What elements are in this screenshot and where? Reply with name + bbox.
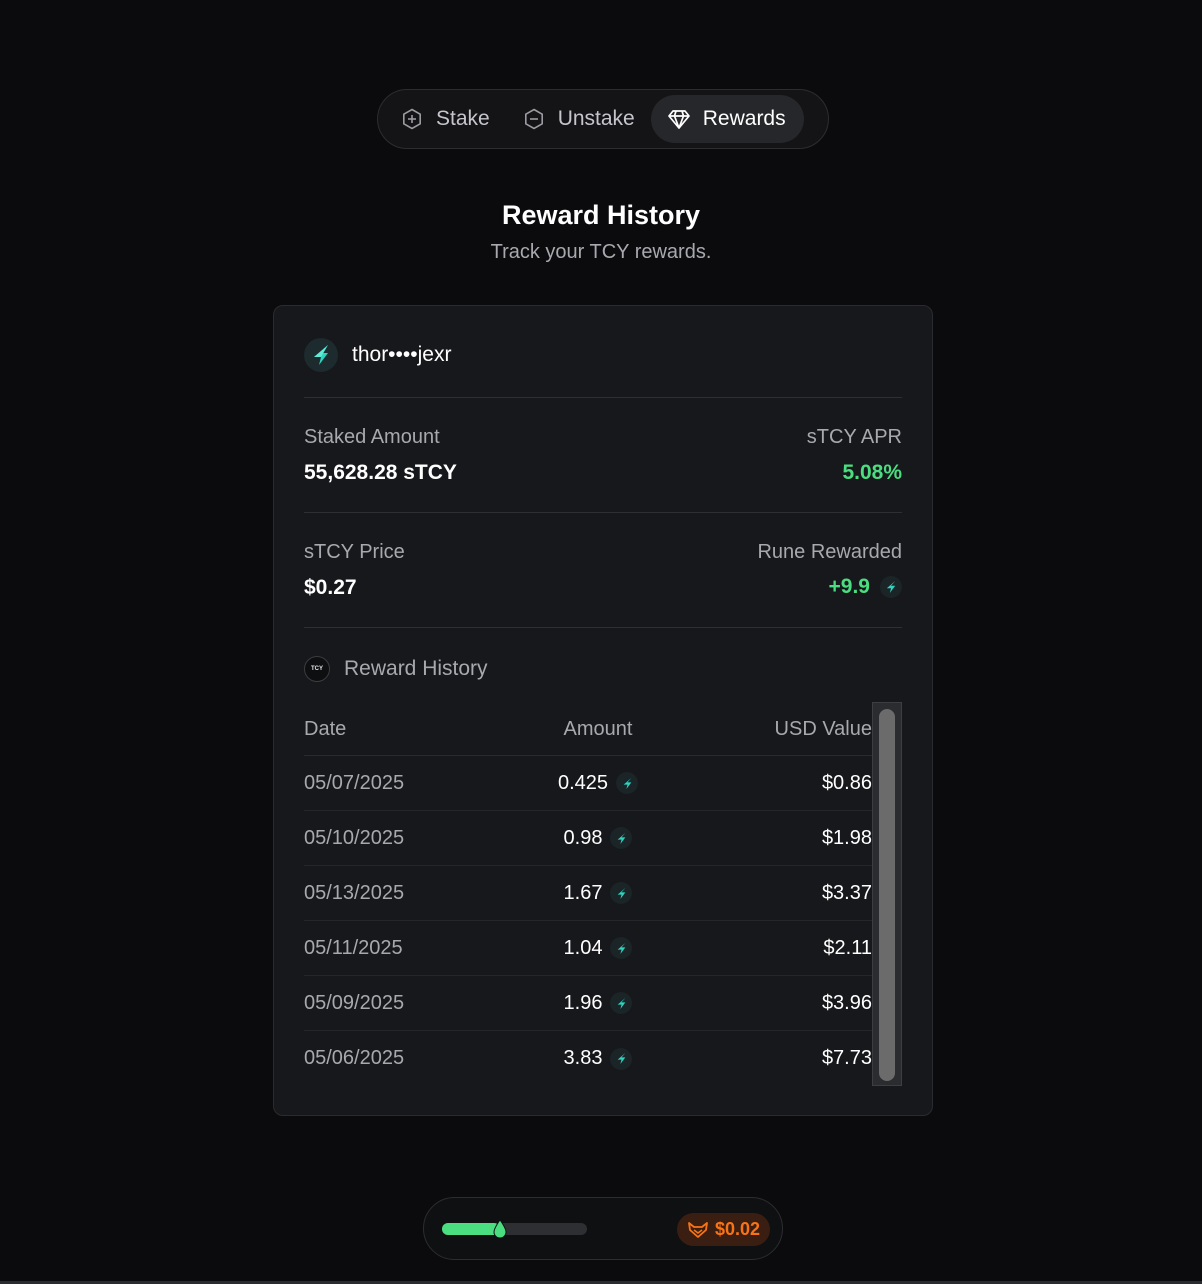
row-usd-value: $7.73	[821, 1047, 872, 1069]
gem-icon	[667, 107, 691, 131]
reward-history-label: Reward History	[344, 657, 488, 680]
rune-icon	[610, 882, 633, 904]
table-row: 05/07/2025 0.425 $0.86	[304, 756, 872, 811]
table-row: 05/06/2025 3.83 $7.73	[304, 1031, 872, 1086]
row-amount: 1.96	[484, 992, 712, 1015]
row-amount-value: 0.98	[563, 826, 603, 849]
tab-unstake[interactable]: Unstake	[506, 95, 651, 143]
row-usd-value: $0.86	[821, 771, 872, 794]
row-amount-value: 1.96	[563, 991, 603, 1014]
row-amount: 1.04	[484, 937, 712, 960]
staked-amount-value: 55,628.28 sTCY	[304, 461, 457, 484]
tab-rewards-label: Rewards	[702, 107, 786, 130]
rune-rewarded-value: +9.9	[828, 575, 870, 598]
row-date: 05/11/2025	[304, 936, 403, 959]
fox-icon	[688, 1221, 708, 1238]
price-value: $0.27	[304, 576, 357, 599]
row-date: 05/06/2025	[304, 1047, 405, 1069]
divider	[304, 627, 902, 628]
plus-circle-icon	[400, 107, 424, 131]
row-amount-value: 0.425	[557, 771, 609, 794]
table-body: 05/07/2025 0.425 $0.86 05/10/2025 0.98 $1.98 0…	[304, 756, 872, 1086]
table-header: Date Amount USD Value	[304, 704, 872, 756]
tab-stake-label: Stake	[436, 107, 490, 130]
row-date: 05/09/2025	[304, 991, 405, 1014]
row-usd-value: $1.98	[821, 826, 872, 849]
row-date: 05/07/2025	[304, 771, 405, 794]
tab-unstake-label: Unstake	[557, 107, 635, 130]
gas-level-slider[interactable]	[442, 1219, 587, 1239]
rune-rewarded-label: Rune Rewarded	[757, 541, 902, 563]
price-value: $0.02	[714, 1219, 760, 1239]
tcy-logo-icon: TCY	[304, 656, 330, 682]
table-row: 05/09/2025 1.96 $3.96	[304, 976, 872, 1031]
wallet-address: thor••••jexr	[352, 343, 452, 366]
rune-icon	[610, 937, 633, 959]
column-header-amount: Amount	[563, 718, 633, 740]
rune-icon	[880, 576, 902, 598]
wallet-address-row: thor••••jexr	[304, 338, 451, 372]
rune-icon	[304, 338, 338, 372]
rune-icon	[610, 992, 633, 1014]
table-row: 05/13/2025 1.67 $3.37	[304, 866, 872, 921]
row-amount: 0.98	[484, 827, 712, 850]
row-usd-value: $2.11	[823, 936, 872, 959]
scrollbar[interactable]	[872, 702, 902, 1086]
table-row: 05/11/2025 1.04 $2.11	[304, 921, 872, 976]
apr-value: 5.08%	[842, 461, 902, 484]
reward-history-table: Date Amount USD Value 05/07/2025 0.425 $0.…	[304, 704, 872, 1086]
apr-label: sTCY APR	[806, 426, 902, 448]
minus-circle-icon	[522, 107, 546, 131]
table-row: 05/10/2025 0.98 $1.98	[304, 811, 872, 866]
row-amount-value: 1.67	[563, 881, 603, 904]
divider	[304, 397, 902, 398]
row-date: 05/10/2025	[304, 826, 405, 849]
reward-history-heading: TCY Reward History	[304, 655, 488, 683]
rune-icon	[610, 827, 633, 849]
staked-amount-label: Staked Amount	[304, 426, 440, 448]
page-subtitle: Track your TCY rewards.	[490, 241, 712, 263]
row-amount: 0.425	[484, 772, 712, 795]
status-bar: $0.02	[423, 1197, 783, 1260]
row-usd-value: $3.96	[821, 991, 872, 1014]
price-badge[interactable]: $0.02	[676, 1213, 770, 1246]
row-usd-value: $3.37	[821, 881, 872, 904]
column-header-date: Date	[304, 718, 347, 740]
reward-card: thor••••jexr Staked Amount 55,628.28 sTC…	[273, 305, 933, 1116]
divider	[304, 512, 902, 513]
rune-icon	[616, 772, 639, 794]
droplet-icon[interactable]	[492, 1219, 508, 1239]
tab-rewards[interactable]: Rewards	[650, 95, 804, 143]
tab-bar: Stake Unstake Rewards	[377, 89, 829, 149]
row-amount-value: 3.83	[563, 1047, 603, 1069]
price-label: sTCY Price	[304, 541, 405, 563]
tab-stake[interactable]: Stake	[384, 95, 506, 143]
page-title: Reward History	[501, 200, 701, 230]
column-header-usd: USD Value	[774, 718, 872, 740]
rune-rewarded-row: +9.9	[829, 575, 902, 599]
row-amount: 1.67	[484, 882, 712, 905]
row-date: 05/13/2025	[304, 881, 405, 904]
rune-icon	[610, 1047, 633, 1070]
row-amount: 3.83	[484, 1047, 712, 1070]
scrollbar-thumb[interactable]	[879, 709, 895, 1081]
row-amount-value: 1.04	[563, 936, 603, 959]
